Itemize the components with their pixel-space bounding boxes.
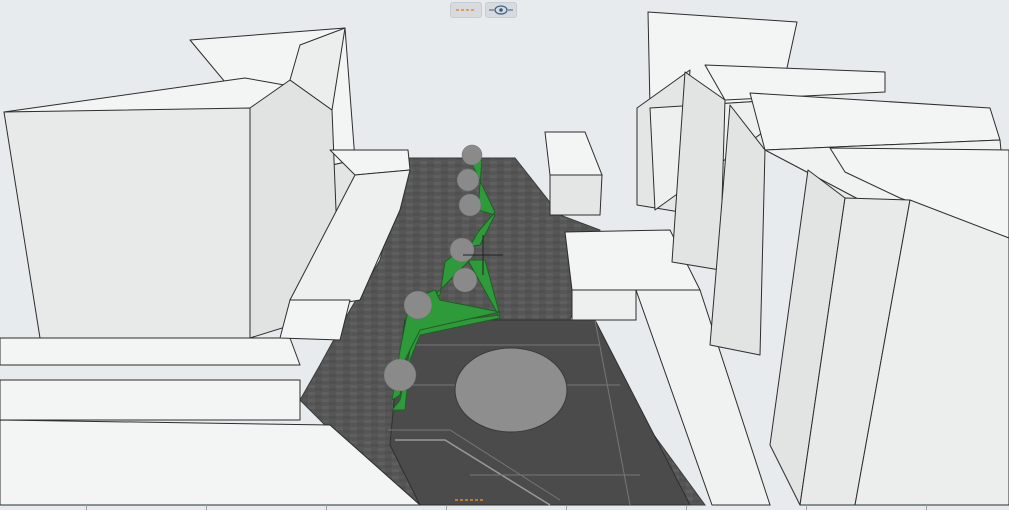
ruler-tick xyxy=(566,505,567,510)
bottom-ruler xyxy=(0,499,1009,510)
tree xyxy=(383,358,417,392)
dashed-line-icon xyxy=(456,9,476,11)
tree xyxy=(452,267,478,293)
ruler-tick xyxy=(926,505,927,510)
eye-icon xyxy=(489,5,513,15)
visibility-toggle-button[interactable] xyxy=(485,2,517,18)
3d-viewport[interactable] xyxy=(0,0,1009,510)
view-toolbar xyxy=(450,2,517,18)
ruler-tick xyxy=(446,505,447,510)
ruler-tick xyxy=(686,505,687,510)
ruler-tick xyxy=(326,505,327,510)
tree xyxy=(403,290,433,320)
tree xyxy=(458,193,482,217)
section-marker-icon xyxy=(455,499,483,501)
circular-feature xyxy=(454,347,568,433)
ruler-tick xyxy=(206,505,207,510)
ruler-tick xyxy=(86,505,87,510)
tree xyxy=(461,144,483,166)
tree xyxy=(449,237,475,263)
tree xyxy=(456,168,480,192)
ruler-tick xyxy=(806,505,807,510)
3d-model-scene[interactable] xyxy=(0,0,1009,510)
section-line-toggle-button[interactable] xyxy=(450,2,482,18)
